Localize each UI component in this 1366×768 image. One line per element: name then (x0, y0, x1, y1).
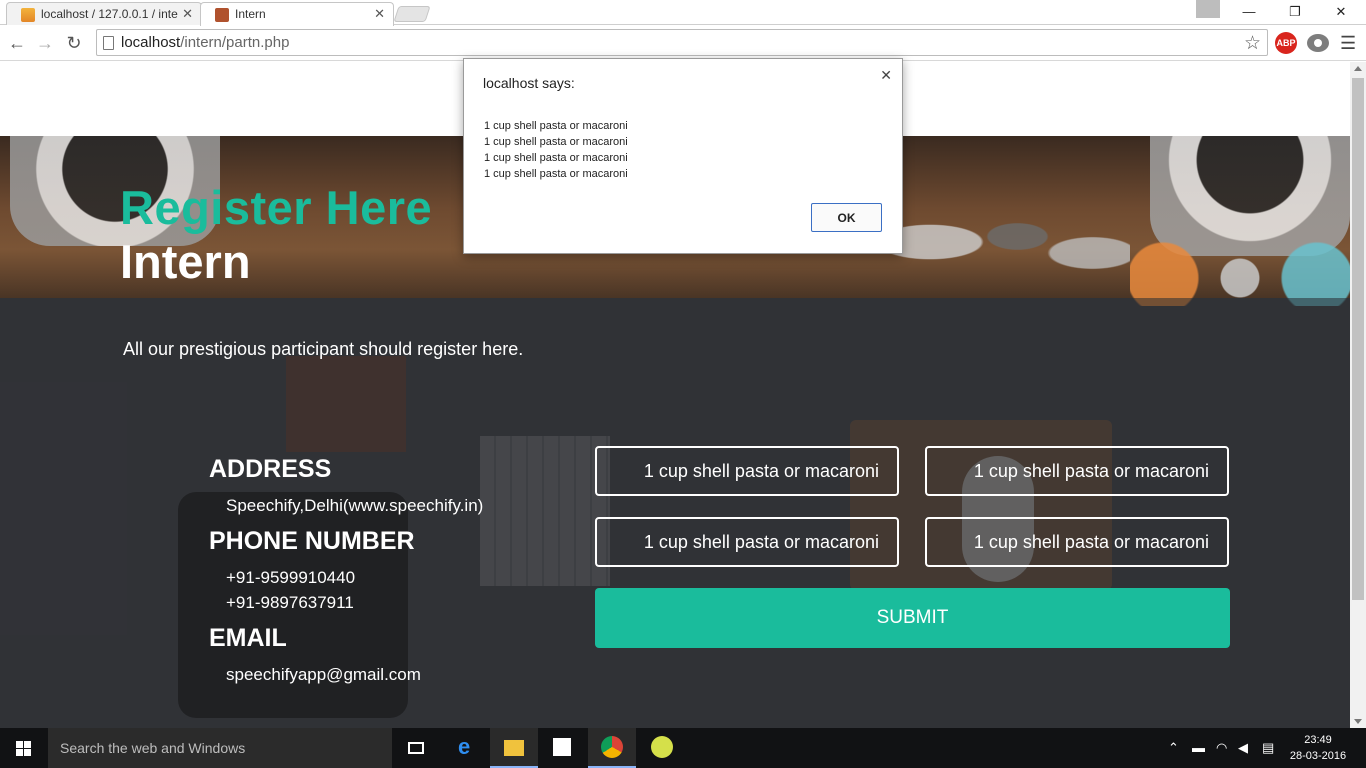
close-icon[interactable]: ✕ (374, 6, 385, 22)
close-window-button[interactable]: ✕ (1318, 0, 1364, 25)
scroll-down-icon[interactable] (1354, 719, 1362, 724)
browser-toolbar: ← → ↻ localhost/intern/partn.php ☆ ABP ☰ (0, 25, 1366, 61)
form-field-3[interactable] (595, 517, 899, 567)
windows-logo-icon (16, 741, 23, 748)
alert-dialog: localhost says: ✕ 1 cup shell pasta or m… (463, 58, 903, 254)
wifi-icon[interactable]: ◠ (1216, 740, 1227, 756)
dialog-line: 1 cup shell pasta or macaroni (484, 168, 628, 180)
tab-phpmyadmin[interactable]: localhost / 127.0.0.1 / inte ✕ (6, 2, 202, 25)
dialog-line: 1 cup shell pasta or macaroni (484, 152, 628, 164)
network-device-icon[interactable]: ▬ (1192, 740, 1205, 755)
dialog-line: 1 cup shell pasta or macaroni (484, 136, 628, 148)
tab-label: localhost / 127.0.0.1 / inte (41, 7, 178, 21)
page-icon (103, 36, 114, 50)
tab-intern[interactable]: Intern ✕ (200, 2, 394, 26)
ok-button[interactable]: OK (811, 203, 882, 232)
back-icon[interactable]: ← (6, 32, 28, 54)
phone-number: +91-9599910440 (226, 568, 356, 587)
forward-icon[interactable]: → (34, 32, 56, 54)
chrome-menu-icon[interactable]: ☰ (1340, 33, 1356, 54)
restore-button[interactable]: ❐ (1272, 0, 1318, 25)
clock-time: 23:49 (1304, 734, 1332, 746)
extension-eye-icon[interactable] (1307, 34, 1329, 52)
edge-icon[interactable]: e (442, 728, 490, 768)
dialog-title: localhost says: (483, 75, 575, 91)
address-text: Speechify,Delhi(www.speechify.in) (226, 496, 484, 515)
email-text: speechifyapp@gmail.com (226, 665, 421, 684)
page-title: Register Here (120, 181, 433, 234)
figurines-image (880, 176, 1130, 286)
close-icon[interactable]: ✕ (182, 6, 193, 22)
scroll-up-icon[interactable] (1354, 66, 1362, 71)
form-field-2[interactable] (925, 446, 1229, 496)
tagline: All our prestigious participant should r… (123, 339, 524, 359)
app-icon[interactable] (638, 728, 686, 768)
toy-balls-image (1130, 236, 1350, 306)
start-button[interactable] (0, 728, 48, 768)
bookmark-star-icon[interactable]: ☆ (1244, 32, 1261, 55)
intern-favicon-icon (215, 8, 229, 22)
tab-label: Intern (235, 7, 266, 21)
taskbar-clock[interactable]: 23:49 28-03-2016 (1288, 732, 1348, 764)
dialog-message: 1 cup shell pasta or macaroni 1 cup shel… (484, 118, 628, 182)
chevron-up-icon[interactable]: ⌃ (1168, 740, 1179, 756)
form-field-4[interactable] (925, 517, 1229, 567)
taskbar: Search the web and Windows e ⌃ ▬ ◠ ◀ ▤ 2… (0, 728, 1366, 768)
new-tab-button[interactable] (393, 6, 431, 22)
page-scrollbar[interactable] (1350, 62, 1366, 728)
adblock-plus-icon[interactable]: ABP (1275, 32, 1297, 54)
phpmyadmin-favicon-icon (21, 8, 35, 22)
user-profile-icon[interactable] (1196, 0, 1220, 18)
page-subtitle: Intern (120, 235, 251, 288)
minimize-button[interactable]: — (1226, 0, 1272, 25)
store-icon[interactable] (538, 728, 586, 768)
submit-button[interactable]: SUBMIT (595, 588, 1230, 648)
url-text[interactable]: localhost/intern/partn.php (121, 34, 289, 51)
tab-strip: localhost / 127.0.0.1 / inte ✕ Intern ✕ … (0, 0, 1366, 26)
taskbar-search-input[interactable]: Search the web and Windows (48, 728, 392, 768)
task-view-icon[interactable] (392, 728, 440, 768)
address-heading: ADDRESS (209, 455, 332, 483)
close-icon[interactable]: ✕ (880, 67, 892, 84)
phone-heading: PHONE NUMBER (209, 527, 415, 555)
file-explorer-icon[interactable] (490, 728, 538, 768)
form-field-1[interactable] (595, 446, 899, 496)
email-heading: EMAIL (209, 624, 287, 652)
address-bar[interactable]: localhost/intern/partn.php ☆ (96, 29, 1268, 56)
chrome-icon[interactable] (588, 728, 636, 768)
action-center-icon[interactable]: ▤ (1262, 740, 1274, 756)
clock-date: 28-03-2016 (1289, 750, 1347, 762)
volume-icon[interactable]: ◀ (1238, 740, 1248, 756)
scrollbar-thumb[interactable] (1352, 78, 1364, 600)
phone-number: +91-9897637911 (226, 593, 354, 612)
dialog-line: 1 cup shell pasta or macaroni (484, 120, 628, 132)
reload-icon[interactable]: ↻ (63, 32, 85, 54)
